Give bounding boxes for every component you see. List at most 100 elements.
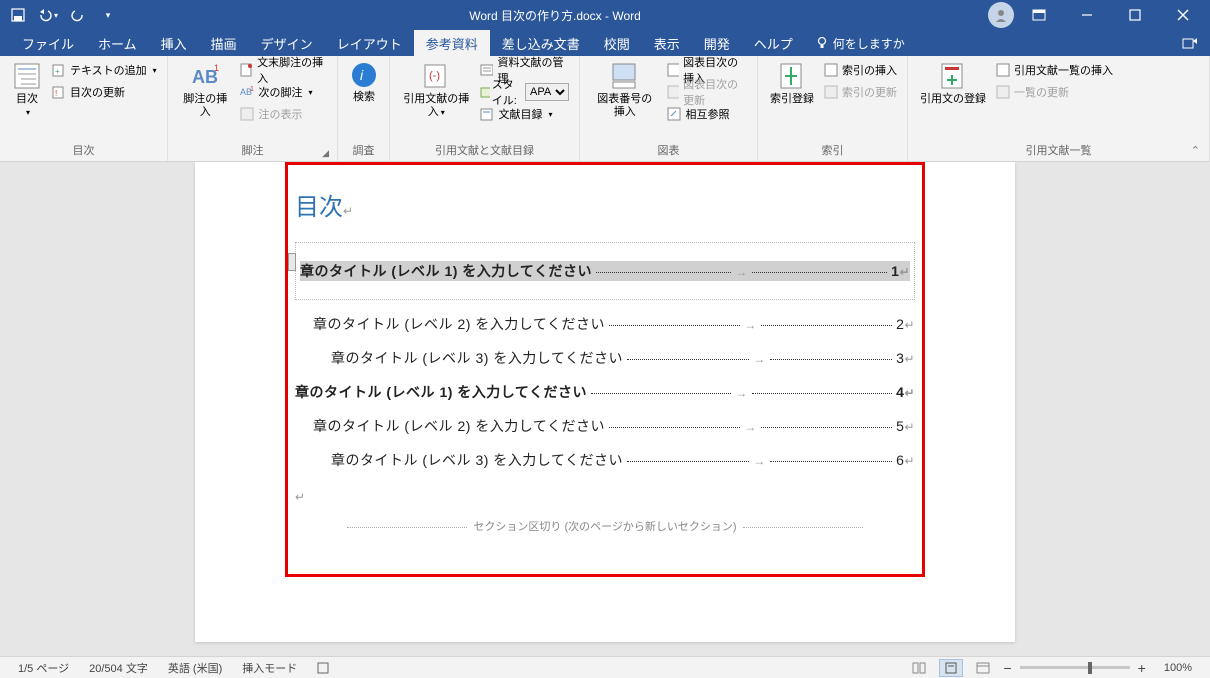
group-label-citations: 引用文献と文献目録 (396, 140, 573, 161)
update-toa-button: 一覧の更新 (992, 81, 1117, 103)
tab-mailings[interactable]: 差し込み文書 (490, 30, 592, 56)
tab-view[interactable]: 表示 (642, 30, 692, 56)
footnote-dialog-launcher[interactable]: ◢ (322, 148, 329, 159)
group-label-toa: 引用文献一覧 (914, 140, 1203, 161)
group-label-index: 索引 (764, 140, 901, 161)
insert-toa-button[interactable]: 引用文献一覧の挿入 (992, 59, 1117, 81)
svg-text:1: 1 (214, 63, 219, 73)
svg-text:1: 1 (250, 86, 254, 93)
toc-field-box[interactable]: 章のタイトル (レベル 1) を入力してください→ 1↵ (295, 242, 915, 300)
toc-field-handle[interactable] (288, 253, 296, 271)
add-text-button[interactable]: +テキストの追加▾ (48, 59, 161, 81)
insert-index-button[interactable]: 索引の挿入 (820, 59, 901, 81)
minimize-button[interactable] (1064, 0, 1110, 30)
mark-citation-button[interactable]: 引用文の登録 (914, 59, 992, 108)
group-label-toc: 目次 (6, 140, 161, 161)
toc-entry[interactable]: 章のタイトル (レベル 1) を入力してください→ 1↵ (300, 261, 910, 281)
tof-icon (667, 63, 679, 77)
undo-icon[interactable]: ▾ (34, 1, 62, 29)
zoom-slider[interactable] (1020, 666, 1130, 669)
show-notes-icon (240, 107, 254, 121)
status-page[interactable]: 1/5 ページ (8, 660, 79, 676)
svg-text:!: ! (55, 89, 57, 98)
add-text-icon: + (52, 63, 66, 77)
redo-icon[interactable] (64, 1, 92, 29)
bibliography-icon (480, 107, 494, 121)
tab-design[interactable]: デザイン (249, 30, 325, 56)
group-label-research: 調査 (344, 140, 383, 161)
lightbulb-icon (815, 36, 829, 50)
toc-entry[interactable]: 章のタイトル (レベル 2) を入力してください→ 2↵ (313, 314, 915, 334)
close-button[interactable] (1160, 0, 1206, 30)
insert-footnote-button[interactable]: AB1 脚注の挿入 (174, 59, 236, 121)
insert-endnote-button[interactable]: 文末脚注の挿入 (236, 59, 331, 81)
qat-customize-icon[interactable]: ▾ (94, 1, 122, 29)
title-bar: ▾ ▾ Word 目次の作り方.docx - Word (0, 0, 1210, 30)
style-icon (480, 85, 489, 99)
toc-icon (12, 61, 42, 91)
tell-me-label: 何をしますか (833, 35, 905, 52)
status-insert-mode[interactable]: 挿入モード (232, 660, 307, 676)
footnote-icon: AB1 (190, 61, 220, 91)
document-area[interactable]: 目次↵ 章のタイトル (レベル 1) を入力してください→ 1↵ 章のタイトル (… (0, 162, 1210, 656)
next-footnote-button[interactable]: AB1次の脚注▾ (236, 81, 331, 103)
manage-sources-icon (480, 63, 493, 77)
share-button[interactable] (1170, 30, 1210, 56)
document-page[interactable]: 目次↵ 章のタイトル (レベル 1) を入力してください→ 1↵ 章のタイトル (… (195, 162, 1015, 642)
insert-toa-icon (996, 63, 1010, 77)
citation-icon: (-) (421, 61, 451, 91)
toc-entry[interactable]: 章のタイトル (レベル 3) を入力してください→ 3↵ (331, 348, 915, 368)
update-toc-button[interactable]: !目次の更新 (48, 81, 161, 103)
mark-citation-icon (938, 61, 968, 91)
section-break-label: セクション区切り (次のページから新しいセクション) (295, 518, 915, 534)
citation-style-select[interactable]: スタイル: APA (476, 81, 573, 103)
view-print-layout[interactable] (939, 659, 963, 677)
svg-text:(-): (-) (429, 70, 440, 82)
style-dropdown[interactable]: APA (525, 83, 569, 101)
macro-record-icon[interactable] (307, 662, 339, 674)
status-word-count[interactable]: 20/504 文字 (79, 660, 158, 676)
tab-layout[interactable]: レイアウト (325, 30, 414, 56)
zoom-level[interactable]: 100% (1154, 662, 1202, 674)
view-web-layout[interactable] (971, 659, 995, 677)
cross-ref-button[interactable]: 相互参照 (663, 103, 751, 125)
insert-caption-button[interactable]: 図表番号の挿入 (586, 59, 663, 121)
update-tof-button: 図表目次の更新 (663, 81, 751, 103)
tab-home[interactable]: ホーム (86, 30, 149, 56)
insert-citation-button[interactable]: (-) 引用文献の挿入▾ (396, 59, 476, 121)
view-read-mode[interactable] (907, 659, 931, 677)
tab-file[interactable]: ファイル (10, 30, 86, 56)
zoom-out-button[interactable]: − (1003, 660, 1011, 676)
bibliography-button[interactable]: 文献目録▾ (476, 103, 573, 125)
tell-me-search[interactable]: 何をしますか (805, 30, 915, 56)
account-icon[interactable] (988, 2, 1014, 28)
toc-entry[interactable]: 章のタイトル (レベル 1) を入力してください→ 4↵ (295, 382, 915, 402)
group-label-footnote: 脚注◢ (174, 140, 331, 161)
maximize-button[interactable] (1112, 0, 1158, 30)
status-language[interactable]: 英語 (米国) (158, 660, 232, 676)
tab-developer[interactable]: 開発 (692, 30, 742, 56)
toc-entry[interactable]: 章のタイトル (レベル 3) を入力してください→ 6↵ (331, 450, 915, 470)
save-icon[interactable] (4, 1, 32, 29)
tab-references[interactable]: 参考資料 (414, 30, 490, 56)
group-label-captions: 図表 (586, 140, 751, 161)
toc-heading[interactable]: 目次↵ (295, 187, 915, 222)
window-title: Word 目次の作り方.docx - Word (122, 7, 988, 24)
mark-entry-icon (777, 61, 807, 91)
cross-ref-icon (667, 107, 681, 121)
tab-draw[interactable]: 描画 (199, 30, 249, 56)
tab-review[interactable]: 校閲 (592, 30, 642, 56)
zoom-in-button[interactable]: + (1138, 660, 1146, 676)
update-index-button: 索引の更新 (820, 81, 901, 103)
collapse-ribbon-icon[interactable]: ⌃ (1191, 144, 1200, 157)
insert-index-icon (824, 63, 838, 77)
toc-button[interactable]: 目次▾ (6, 59, 48, 121)
update-tof-icon (667, 85, 679, 99)
show-notes-button[interactable]: 注の表示 (236, 103, 331, 125)
tab-help[interactable]: ヘルプ (742, 30, 805, 56)
search-button[interactable]: i 検索 (344, 59, 384, 106)
mark-entry-button[interactable]: 索引登録 (764, 59, 820, 108)
toc-entry[interactable]: 章のタイトル (レベル 2) を入力してください→ 5↵ (313, 416, 915, 436)
ribbon-display-icon[interactable] (1016, 0, 1062, 30)
tab-insert[interactable]: 挿入 (149, 30, 199, 56)
